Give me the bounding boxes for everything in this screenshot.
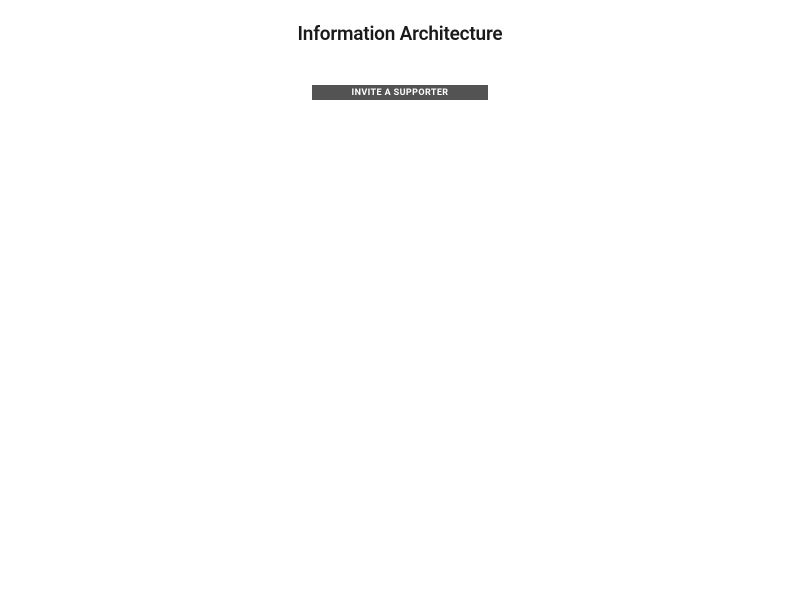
invite-supporter-button[interactable]: INVITE A SUPPORTER — [312, 85, 488, 100]
page-title: Information Architecture — [298, 22, 503, 45]
